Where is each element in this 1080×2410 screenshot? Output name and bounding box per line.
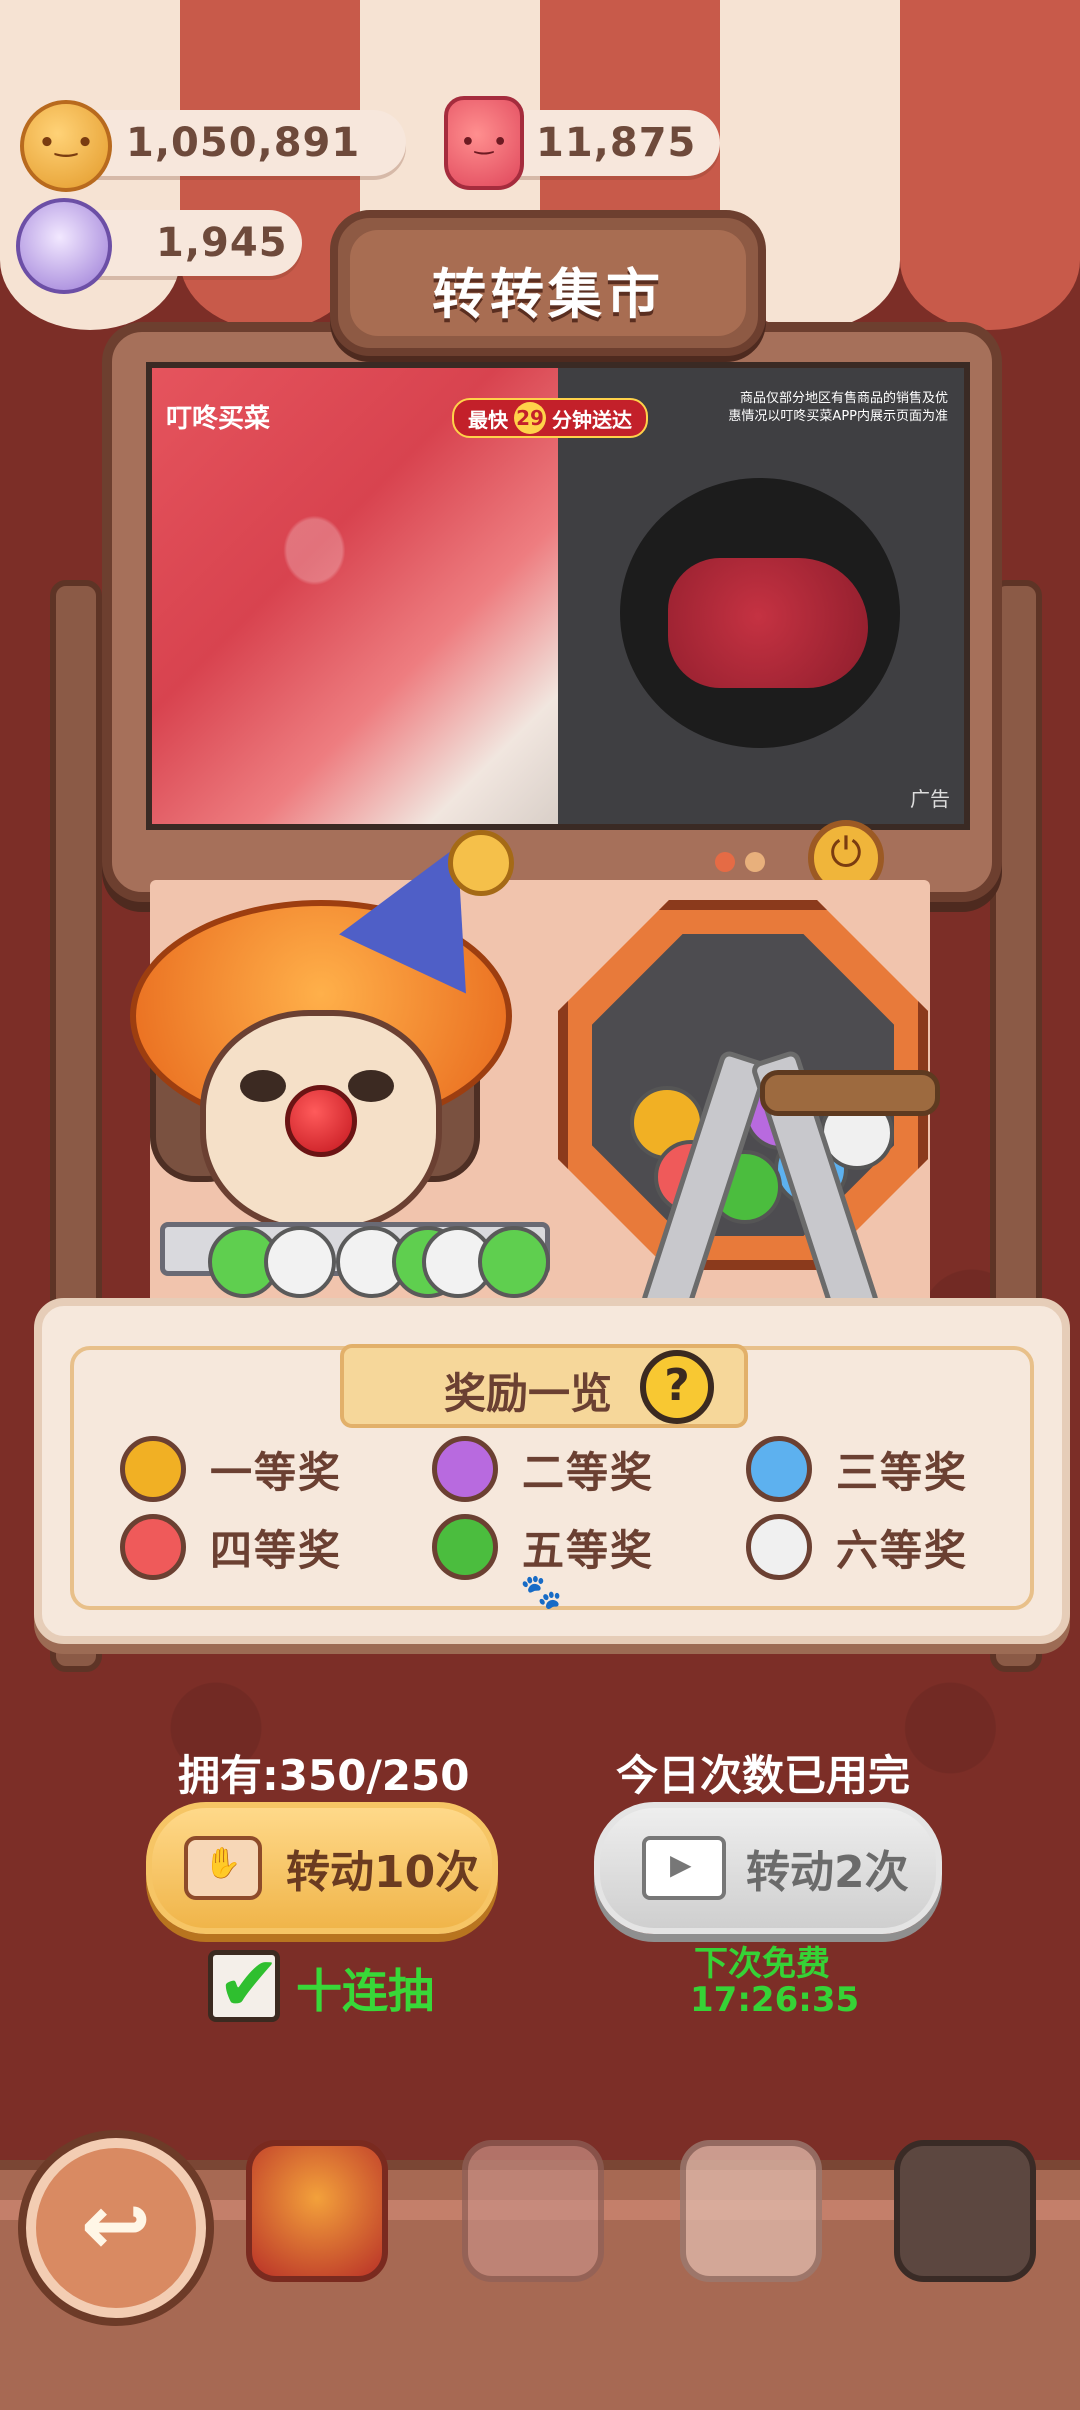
candy-value: 1,945 bbox=[156, 220, 288, 266]
next-free-timer: 17:26:35 bbox=[690, 1980, 860, 2020]
drum-crank-handle[interactable] bbox=[760, 1070, 940, 1116]
white-ball-icon bbox=[746, 1514, 812, 1580]
blue-ball-icon bbox=[746, 1436, 812, 1502]
mystery-icon[interactable] bbox=[894, 2140, 1036, 2282]
candy-counter[interactable]: 1,945 bbox=[16, 198, 302, 294]
owned-count: 拥有:350/250 bbox=[178, 1751, 470, 1800]
prize-item-5: 五等奖 bbox=[432, 1514, 654, 1580]
prize-item-2: 二等奖 bbox=[432, 1436, 654, 1502]
prize-item-1: 一等奖 bbox=[120, 1436, 342, 1502]
circus-icon[interactable] bbox=[246, 2140, 388, 2282]
prize-item-4: 四等奖 bbox=[120, 1514, 342, 1580]
ad-label: 广告 bbox=[910, 787, 950, 811]
ad-brand: 叮咚买菜 bbox=[166, 404, 271, 434]
prize-item-3: 三等奖 bbox=[746, 1436, 968, 1502]
house-icon[interactable] bbox=[680, 2140, 822, 2282]
title-sign: 转转集市 bbox=[330, 210, 766, 356]
ten-pull-checkbox[interactable] bbox=[208, 1939, 281, 2028]
cookie-coin-icon bbox=[20, 100, 112, 192]
help-icon[interactable] bbox=[640, 1350, 714, 1424]
clown-character bbox=[130, 816, 521, 1280]
coin-value: 1,050,891 bbox=[126, 120, 361, 166]
back-arrow-icon[interactable] bbox=[26, 2138, 206, 2318]
clown-nose bbox=[285, 1085, 357, 1157]
gold-ball-icon bbox=[120, 1436, 186, 1502]
purple-ball-icon bbox=[432, 1436, 498, 1502]
green-ball-icon bbox=[432, 1514, 498, 1580]
ten-pull-label: 十连抽 bbox=[296, 1964, 434, 2018]
steak-image bbox=[668, 558, 868, 688]
candy-icon bbox=[16, 198, 112, 294]
jar-value: 11,875 bbox=[536, 120, 697, 166]
ad-speed-badge: 最快 29 分钟送达 bbox=[452, 398, 648, 438]
paw-icon: 🐾 bbox=[520, 1572, 563, 1612]
spin-2-button[interactable]: 转动2次 bbox=[594, 1802, 942, 1934]
ticket-icon bbox=[184, 1836, 262, 1900]
ad-disclaimer: 商品仅部分地区有售商品的销售及优惠情况以叮咚买菜APP内展示页面为准 bbox=[728, 391, 948, 424]
rabbit-icon[interactable] bbox=[462, 2140, 604, 2282]
ad-monitor: 叮咚买菜 最快 29 分钟送达 商品仅部分地区有售商品的销售及优惠情况以叮咚买菜… bbox=[102, 322, 1002, 902]
page-title: 转转集市 bbox=[432, 263, 664, 326]
reward-title: 奖励一览 bbox=[444, 1369, 613, 1418]
red-jar-icon bbox=[444, 96, 524, 190]
daily-status: 今日次数已用完 bbox=[616, 1751, 911, 1800]
video-ad-icon bbox=[642, 1836, 726, 1900]
ad-screen[interactable]: 叮咚买菜 最快 29 分钟送达 商品仅部分地区有售商品的销售及优惠情况以叮咚买菜… bbox=[146, 362, 970, 830]
next-free-label: 下次免费 bbox=[694, 1944, 830, 1984]
red-ball-icon bbox=[120, 1514, 186, 1580]
jar-counter[interactable]: 11,875 bbox=[444, 96, 720, 190]
prize-item-6: 六等奖 bbox=[746, 1514, 968, 1580]
coin-counter[interactable]: 1,050,891 bbox=[20, 100, 406, 192]
monitor-indicator-lights bbox=[715, 852, 779, 872]
spin-10-button[interactable]: 转动10次 bbox=[146, 1802, 498, 1934]
